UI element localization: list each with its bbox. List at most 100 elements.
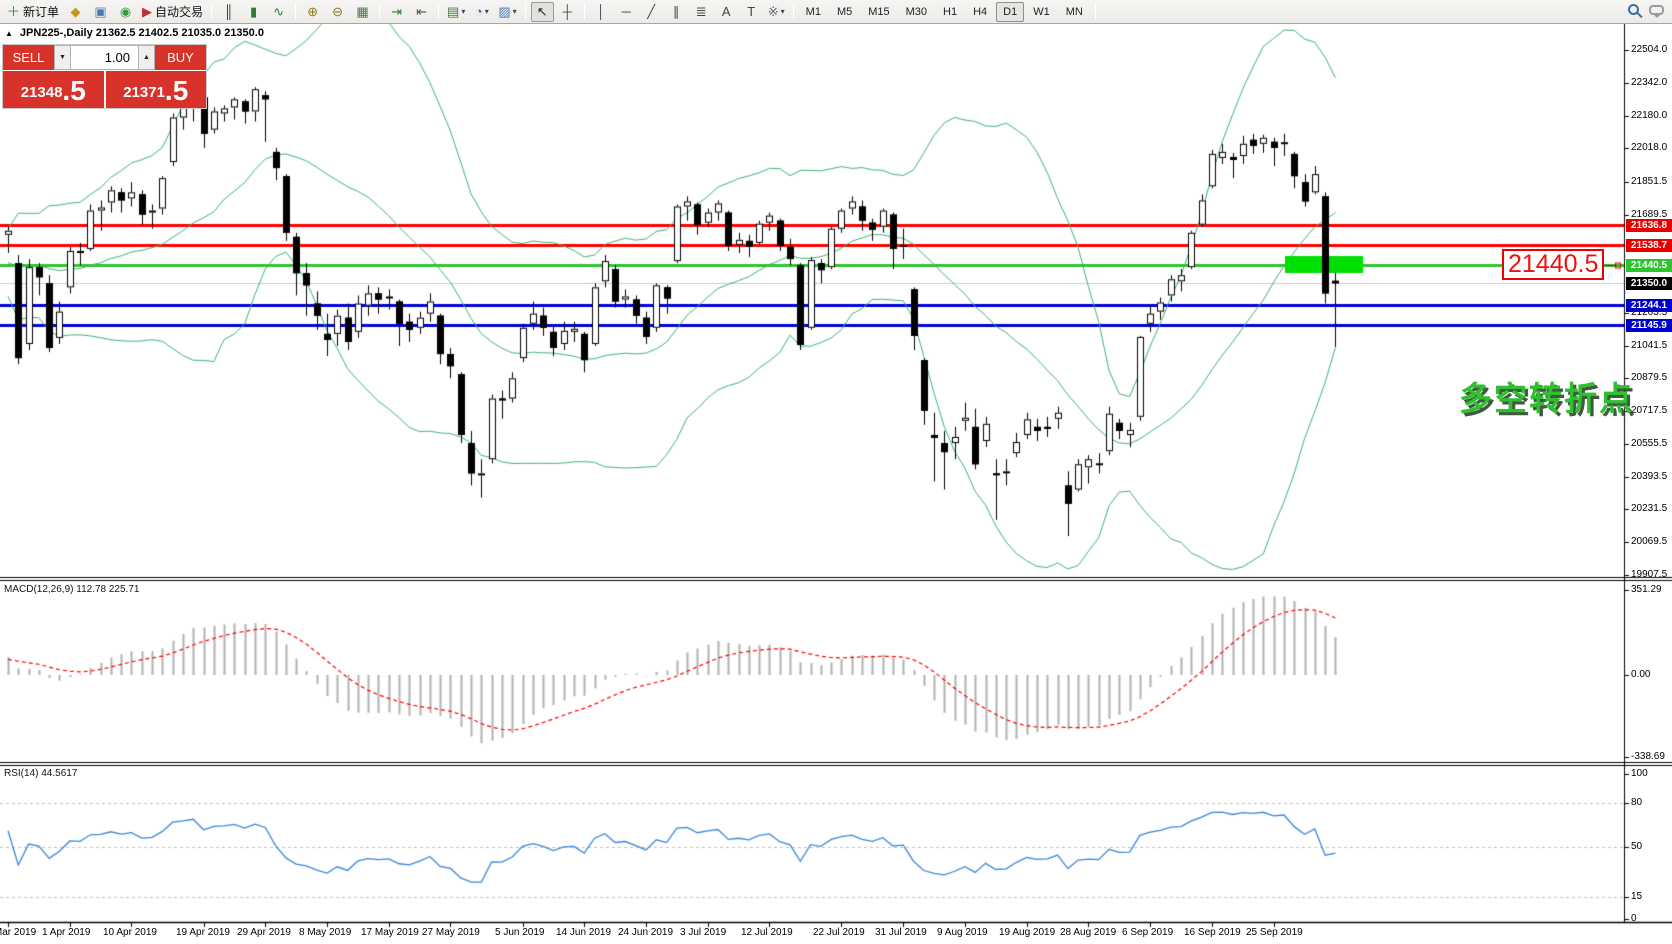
rsi-axis-tick: 15: [1631, 891, 1642, 902]
rsi-indicator-label: RSI(14) 44.5617: [4, 768, 77, 779]
new-chart-icon: ▤: [447, 5, 459, 18]
line-chart-button[interactable]: ∿: [267, 2, 290, 22]
signals-button[interactable]: ◉: [114, 2, 137, 22]
tf-m30[interactable]: M30: [899, 2, 934, 22]
horizontal-line-button[interactable]: ─: [615, 2, 638, 22]
arrows-dropdown-icon[interactable]: ▾: [781, 7, 785, 16]
price-axis-tick: 22504.0: [1631, 44, 1667, 55]
sell-button[interactable]: SELL: [3, 45, 54, 70]
price-axis-tick: 20069.5: [1631, 536, 1667, 547]
macd-axis-tick: 0.00: [1631, 669, 1650, 680]
auto-scroll-button[interactable]: ⇤: [410, 2, 433, 22]
buy-button[interactable]: BUY: [155, 45, 206, 70]
candlestick-chart-button[interactable]: ▮: [242, 2, 265, 22]
tf-m1[interactable]: M1: [799, 2, 828, 22]
autotrading-icon: ▶: [142, 5, 152, 18]
crosshair-button[interactable]: ┼: [556, 2, 579, 22]
toolbar-separator: [211, 3, 212, 20]
date-axis-label: 10 Apr 2019: [103, 927, 157, 938]
bar-chart-icon: ║: [224, 5, 233, 18]
price-axis-tick: 20879.5: [1631, 372, 1667, 383]
volume-input[interactable]: [71, 45, 138, 70]
chart-region: ▲ JPN225-,Daily 21362.5 21402.5 21035.0 …: [0, 24, 1672, 944]
price-axis-tick: 20393.5: [1631, 471, 1667, 482]
volume-increase-button[interactable]: ▲: [138, 45, 155, 70]
date-axis-label: 28 Aug 2019: [1060, 927, 1116, 938]
periods-button[interactable]: ◔▾: [470, 2, 493, 22]
date-axis-label: 22 Mar 2019: [0, 927, 36, 938]
price-level-badge: 21244.1: [1626, 299, 1672, 312]
templates-icon: ▨: [498, 5, 510, 18]
bar-chart-button[interactable]: ║: [217, 2, 240, 22]
tile-windows-button[interactable]: ▦: [351, 2, 374, 22]
horizontal-line-icon: ─: [622, 5, 631, 18]
periods-icon: ◔: [475, 5, 483, 18]
market-watch-button[interactable]: ▣: [89, 2, 112, 22]
one-click-collapse-icon[interactable]: ▲: [5, 29, 13, 38]
trendline-icon: ╱: [647, 5, 655, 18]
date-axis-label: 16 Sep 2019: [1184, 927, 1241, 938]
tf-h4[interactable]: H4: [966, 2, 994, 22]
price-axis-tick: 20231.5: [1631, 503, 1667, 514]
date-axis-label: 9 Aug 2019: [937, 927, 988, 938]
zoom-in-button[interactable]: ⊕: [301, 2, 324, 22]
new-order-button[interactable]: ＋新订单: [4, 2, 62, 22]
macd-axis-tick: -338.69: [1631, 751, 1665, 762]
search-icon[interactable]: [1628, 4, 1639, 15]
chart-title-bar: ▲ JPN225-,Daily 21362.5 21402.5 21035.0 …: [5, 27, 264, 39]
tf-m15[interactable]: M15: [861, 2, 896, 22]
zoom-out-icon: ⊖: [332, 5, 343, 18]
tf-mn[interactable]: MN: [1059, 2, 1090, 22]
arrows-icon: ※: [768, 5, 779, 18]
tf-w1[interactable]: W1: [1026, 2, 1057, 22]
buy-price[interactable]: 21371 .5: [106, 71, 207, 108]
date-axis-label: 14 Jun 2019: [556, 927, 611, 938]
templates-button[interactable]: ▨▾: [495, 2, 519, 22]
price-level-badge: 21636.8: [1626, 219, 1672, 232]
date-axis-label: 3 Jul 2019: [680, 927, 726, 938]
macd-indicator-label: MACD(12,26,9) 112.78 225.71: [4, 584, 139, 595]
sell-price[interactable]: 21348 .5: [3, 71, 104, 108]
chart-shift-button[interactable]: ⇥: [385, 2, 408, 22]
text-label-button[interactable]: T: [740, 2, 763, 22]
chat-icon[interactable]: [1649, 5, 1664, 15]
arrows-button[interactable]: ※▾: [765, 2, 788, 22]
new-chart-dropdown-icon[interactable]: ▾: [461, 7, 465, 16]
equidistant-channel-button[interactable]: ∥: [665, 2, 688, 22]
new-order-label: 新订单: [23, 3, 59, 20]
tf-d1[interactable]: D1: [996, 2, 1024, 22]
fibonacci-button[interactable]: ≣: [690, 2, 713, 22]
chart-title: JPN225-,Daily 21362.5 21402.5 21035.0 21…: [20, 27, 264, 39]
vertical-line-icon: │: [597, 5, 605, 18]
date-axis-label: 1 Apr 2019: [42, 927, 90, 938]
price-level-badge: 21440.5: [1626, 259, 1672, 272]
trendline-button[interactable]: ╱: [640, 2, 663, 22]
rsi-axis-tick: 80: [1631, 797, 1642, 808]
rsi-axis-tick: 50: [1631, 841, 1642, 852]
templates-dropdown-icon[interactable]: ▾: [513, 7, 517, 16]
date-axis-label: 19 Apr 2019: [176, 927, 230, 938]
profiles-button[interactable]: ◆: [64, 2, 87, 22]
candlestick-chart-icon: ▮: [250, 5, 257, 18]
toolbar-separator: [525, 3, 526, 20]
auto-scroll-icon: ⇤: [416, 5, 427, 18]
autotrading-button[interactable]: ▶自动交易: [139, 2, 206, 22]
text-button[interactable]: A: [715, 2, 738, 22]
main-toolbar: ＋新订单◆▣◉▶自动交易║▮∿⊕⊖▦⇥⇤▤▾◔▾▨▾↖┼│─╱∥≣AT※▾M1M…: [0, 0, 1672, 24]
periods-dropdown-icon[interactable]: ▾: [485, 7, 489, 16]
text-icon: A: [722, 5, 731, 18]
date-axis-label: 24 Jun 2019: [618, 927, 673, 938]
crosshair-icon: ┼: [563, 5, 572, 18]
new-chart-button[interactable]: ▤▾: [444, 2, 468, 22]
cursor-button[interactable]: ↖: [531, 2, 554, 22]
tf-h1[interactable]: H1: [936, 2, 964, 22]
vertical-line-button[interactable]: │: [590, 2, 613, 22]
volume-decrease-button[interactable]: ▼: [54, 45, 71, 70]
tf-m5[interactable]: M5: [830, 2, 859, 22]
tile-windows-icon: ▦: [356, 5, 368, 18]
chart-plot-area[interactable]: [0, 24, 1672, 944]
rsi-axis-tick: 100: [1631, 768, 1648, 779]
price-axis-tick: 21041.5: [1631, 340, 1667, 351]
zoom-out-button[interactable]: ⊖: [326, 2, 349, 22]
price-level-badge: 21538.7: [1626, 239, 1672, 252]
